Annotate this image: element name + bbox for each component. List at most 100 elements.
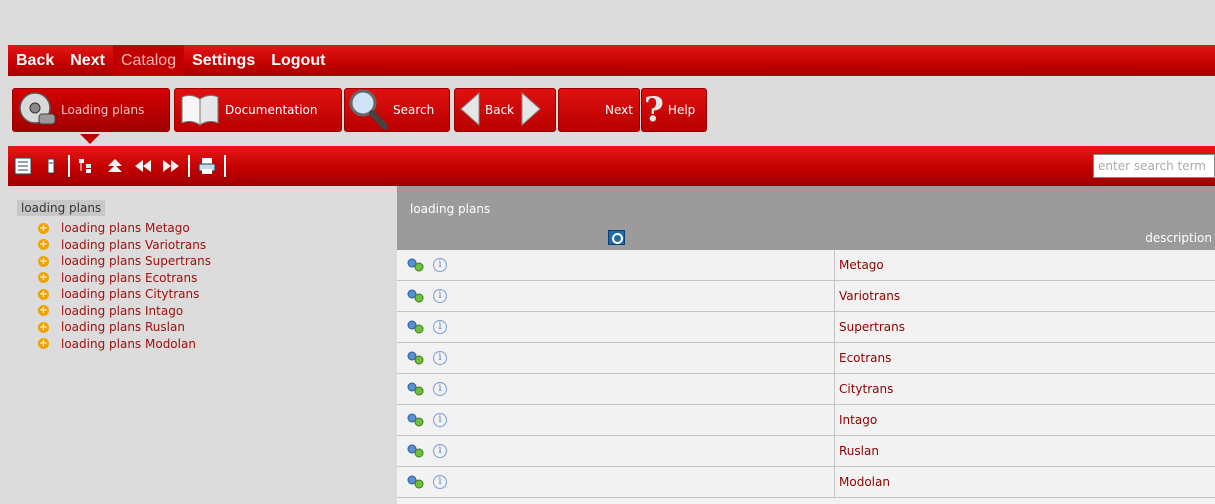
zoom-icon[interactable] <box>608 230 625 245</box>
gears-icon[interactable] <box>407 475 425 489</box>
info-icon[interactable]: i <box>433 351 447 365</box>
row-actions: i <box>397 250 835 280</box>
next-button[interactable]: Next <box>558 88 640 132</box>
tree-item-label: loading plans Modolan <box>61 336 196 351</box>
tree-list: + loading plans Metago + loading plans Var… <box>38 220 211 352</box>
row-actions: i <box>397 343 835 373</box>
gears-icon[interactable] <box>407 258 425 272</box>
tree-item[interactable]: + loading plans Citytrans <box>38 286 211 303</box>
row-actions: i <box>397 436 835 466</box>
table-body: i Metago i Variotrans i Supertrans i Eco… <box>397 250 1215 498</box>
arrow-right-icon <box>520 91 542 130</box>
secondary-toolbar: enter search term <box>8 146 1215 186</box>
menu-settings[interactable]: Settings <box>184 45 263 76</box>
table-row: i Citytrans <box>397 374 1215 405</box>
table-row: i Supertrans <box>397 312 1215 343</box>
info-icon[interactable]: i <box>433 413 447 427</box>
table-title: loading plans <box>410 202 491 216</box>
tree-expand-icon[interactable] <box>78 157 96 175</box>
print-icon[interactable] <box>198 157 216 175</box>
fast-forward-icon[interactable] <box>162 157 180 175</box>
expand-plus-icon[interactable]: + <box>38 222 49 234</box>
tree-item[interactable]: + loading plans Ruslan <box>38 319 211 336</box>
info-icon[interactable]: i <box>433 382 447 396</box>
gears-icon[interactable] <box>407 413 425 427</box>
results-panel: loading plans description i Metago i Var… <box>397 186 1215 504</box>
tree-item-label: loading plans Variotrans <box>61 237 207 252</box>
documentation-label: Documentation <box>225 103 318 117</box>
toolbar-separator <box>188 155 190 177</box>
menu-catalog[interactable]: Catalog <box>112 45 185 76</box>
expand-plus-icon[interactable]: + <box>38 321 49 333</box>
menu-logout[interactable]: Logout <box>263 45 333 76</box>
search-input[interactable]: enter search term <box>1093 154 1215 178</box>
back-button[interactable]: Back <box>454 88 556 132</box>
details-view-icon[interactable] <box>42 157 60 175</box>
tree-item[interactable]: + loading plans Variotrans <box>38 237 211 254</box>
description-cell[interactable]: Metago <box>835 250 1215 280</box>
search-label: Search <box>393 103 435 117</box>
expand-plus-icon[interactable]: + <box>38 255 49 267</box>
book-icon <box>179 89 221 132</box>
arrow-left-icon <box>459 91 481 130</box>
description-cell[interactable]: Ruslan <box>835 436 1215 466</box>
info-icon[interactable]: i <box>433 289 447 303</box>
description-column-header[interactable]: description <box>1145 231 1212 245</box>
menu-next[interactable]: Next <box>62 45 113 76</box>
expand-plus-icon[interactable]: + <box>38 288 49 300</box>
description-cell[interactable]: Supertrans <box>835 312 1215 342</box>
tree-item[interactable]: + loading plans Metago <box>38 220 211 237</box>
selected-indicator <box>80 134 100 144</box>
menu-back[interactable]: Back <box>8 45 62 76</box>
expand-plus-icon[interactable]: + <box>38 239 49 251</box>
info-icon[interactable]: i <box>433 320 447 334</box>
table-row: i Ecotrans <box>397 343 1215 374</box>
gears-icon[interactable] <box>407 444 425 458</box>
search-button[interactable]: Search <box>344 88 450 132</box>
rewind-icon[interactable] <box>134 157 152 175</box>
expand-plus-icon[interactable]: + <box>38 272 49 284</box>
table-row: i Modolan <box>397 467 1215 498</box>
expand-plus-icon[interactable]: + <box>38 338 49 350</box>
description-cell[interactable]: Modolan <box>835 467 1215 497</box>
info-icon[interactable]: i <box>433 444 447 458</box>
tree-root[interactable]: loading plans <box>17 200 106 216</box>
row-actions: i <box>397 405 835 435</box>
table-header: loading plans description <box>397 186 1215 250</box>
table-row: i Intago <box>397 405 1215 436</box>
info-icon[interactable]: i <box>433 258 447 272</box>
back-label: Back <box>485 103 515 117</box>
tree-item[interactable]: + loading plans Intago <box>38 303 211 320</box>
tree-item-label: loading plans Citytrans <box>61 287 200 302</box>
description-cell[interactable]: Intago <box>835 405 1215 435</box>
gears-icon[interactable] <box>407 351 425 365</box>
table-row: i Ruslan <box>397 436 1215 467</box>
tree-item[interactable]: + loading plans Ecotrans <box>38 270 211 287</box>
table-row: i Metago <box>397 250 1215 281</box>
tree-item[interactable]: + loading plans Modolan <box>38 336 211 353</box>
info-icon[interactable]: i <box>433 475 447 489</box>
documentation-button[interactable]: Documentation <box>174 88 342 132</box>
help-button[interactable]: ? Help <box>641 88 707 132</box>
table-row: i Variotrans <box>397 281 1215 312</box>
tree-item-label: loading plans Ruslan <box>61 320 185 335</box>
tree-panel: loading plans + loading plans Metago + loa… <box>0 186 396 504</box>
tree-item-label: loading plans Intago <box>61 303 184 318</box>
disc-icon <box>17 90 57 131</box>
list-view-icon[interactable] <box>14 157 32 175</box>
row-actions: i <box>397 467 835 497</box>
description-cell[interactable]: Variotrans <box>835 281 1215 311</box>
description-cell[interactable]: Citytrans <box>835 374 1215 404</box>
expand-plus-icon[interactable]: + <box>38 305 49 317</box>
top-spacer <box>0 0 1215 45</box>
gears-icon[interactable] <box>407 289 425 303</box>
main-toolbar: Loading plans Documentation Search Back <box>8 76 1215 146</box>
loading-plans-button[interactable]: Loading plans <box>12 88 170 132</box>
tree-item[interactable]: + loading plans Supertrans <box>38 253 211 270</box>
up-level-icon[interactable] <box>106 157 124 175</box>
row-actions: i <box>397 312 835 342</box>
gears-icon[interactable] <box>407 382 425 396</box>
gears-icon[interactable] <box>407 320 425 334</box>
description-cell[interactable]: Ecotrans <box>835 343 1215 373</box>
tree-item-label: loading plans Supertrans <box>61 254 211 269</box>
